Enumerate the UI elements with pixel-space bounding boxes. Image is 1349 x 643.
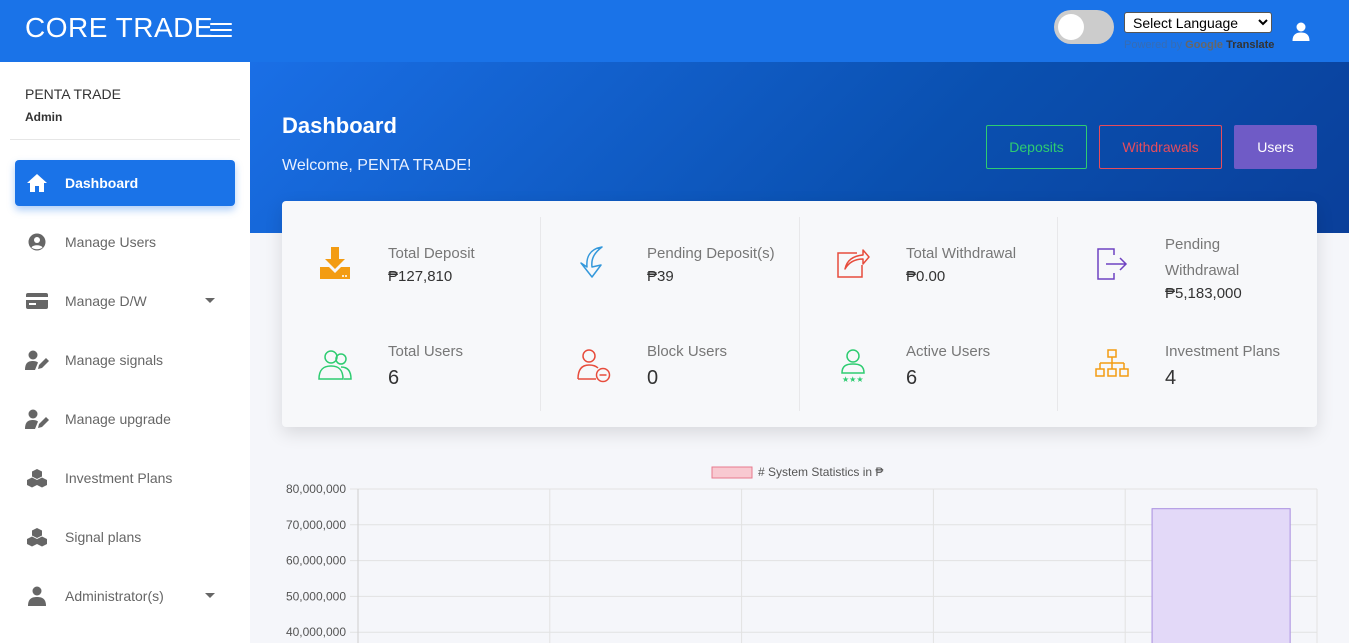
user-circle-icon	[25, 230, 49, 254]
withdrawals-button[interactable]: Withdrawals	[1099, 125, 1222, 169]
powered-by-text: Powered by	[1124, 39, 1183, 51]
column-divider	[799, 217, 800, 411]
home-icon	[25, 171, 49, 195]
y-tick-label: 60,000,000	[286, 554, 346, 568]
stat-label: Active Users	[906, 343, 991, 360]
stat-value: 6	[906, 367, 918, 389]
stat-value: ₱39	[647, 268, 674, 285]
stat-label: Pending	[1165, 236, 1221, 253]
sitemap-icon	[1095, 349, 1129, 377]
stat-label: Block Users	[647, 343, 728, 360]
stat-value: ₱5,183,000	[1165, 285, 1242, 302]
exit-icon	[1097, 248, 1128, 280]
page-title: Dashboard	[282, 113, 397, 138]
brand-logo[interactable]: CORE TRADE	[25, 12, 213, 44]
credit-card-icon	[25, 289, 49, 313]
chart-legend[interactable]: # System Statistics in ₱	[711, 465, 883, 479]
stat-label: Total Users	[388, 343, 464, 360]
sidebar-item-investment-plans[interactable]: Investment Plans	[15, 455, 235, 501]
stat-label: Total Deposit	[388, 245, 475, 262]
menu-toggle-icon[interactable]	[210, 19, 232, 39]
stat-label: Pending Deposit(s)	[647, 245, 775, 262]
svg-text:★★★: ★★★	[842, 375, 864, 383]
column-divider	[540, 217, 541, 411]
sidebar-item-manage-dw[interactable]: Manage D/W	[15, 278, 235, 324]
stat-value: ₱127,810	[388, 268, 453, 285]
user-star-icon: ★★★	[841, 349, 865, 383]
y-tick-label: 70,000,000	[286, 518, 346, 532]
legend-label: # System Statistics in ₱	[758, 465, 883, 479]
y-tick-label: 50,000,000	[286, 589, 346, 603]
download-tray-icon	[320, 247, 350, 279]
sidebar-user-name: PENTA TRADE	[25, 86, 121, 102]
column-divider	[1057, 217, 1058, 411]
theme-toggle-switch[interactable]	[1054, 10, 1114, 44]
curved-arrow-down-icon	[580, 246, 603, 278]
google-translate-credit: Powered by Google Translate	[1124, 39, 1274, 51]
sidebar-item-manage-users[interactable]: Manage Users	[15, 219, 235, 265]
sidebar-item-administrators[interactable]: Administrator(s)	[15, 573, 235, 619]
stat-value: ₱0.00	[906, 268, 946, 285]
sidebar-item-label: Investment Plans	[65, 470, 173, 486]
y-tick-label: 40,000,000	[286, 625, 346, 639]
translate-text[interactable]: Translate	[1226, 39, 1274, 51]
stats-card: Total Deposit ₱127,810 Pending Deposit(s…	[282, 201, 1317, 427]
users-button[interactable]: Users	[1234, 125, 1317, 169]
language-select[interactable]: Select Language	[1124, 12, 1272, 33]
sidebar-item-dashboard[interactable]: Dashboard	[15, 160, 235, 206]
sidebar-item-label: Manage Users	[65, 234, 157, 250]
sidebar-item-manage-upgrade[interactable]: Manage upgrade	[15, 396, 235, 442]
chevron-down-icon	[205, 593, 215, 598]
sidebar-item-label: Manage signals	[65, 352, 164, 368]
welcome-message: Welcome, PENTA TRADE!	[282, 157, 472, 174]
sidebar-divider	[10, 139, 240, 140]
sidebar-item-label: Administrator(s)	[65, 588, 164, 604]
chart-y-axis: 80,000,000 70,000,000 60,000,000 50,000,000…	[286, 482, 346, 639]
sidebar-item-label: Signal plans	[65, 529, 142, 545]
sidebar-item-signal-plans[interactable]: Signal plans	[15, 514, 235, 560]
stat-value: 4	[1165, 367, 1177, 389]
chevron-down-icon	[205, 298, 215, 303]
sidebar-item-label: Manage upgrade	[65, 411, 171, 427]
toggle-knob	[1058, 14, 1084, 40]
user-blocked-icon	[577, 349, 611, 383]
chart-bars	[1151, 508, 1291, 643]
cubes-icon	[25, 466, 49, 490]
stat-value: 6	[388, 367, 400, 389]
user-profile-icon[interactable]	[1291, 21, 1311, 41]
legend-swatch	[711, 466, 753, 479]
system-statistics-chart: # System Statistics in ₱ 80,000,000 70,00…	[286, 465, 1318, 643]
sidebar-user-role: Admin	[25, 110, 63, 124]
sidebar-item-manage-signals[interactable]: Manage signals	[15, 337, 235, 383]
google-text: Google	[1185, 39, 1224, 51]
cubes-icon	[25, 525, 49, 549]
deposits-button[interactable]: Deposits	[986, 125, 1087, 169]
stat-label: Investment Plans	[1165, 343, 1281, 360]
user-icon	[25, 584, 49, 608]
user-edit-icon	[25, 407, 49, 431]
stat-label: Withdrawal	[1165, 262, 1240, 279]
top-navbar: CORE TRADE Select Language Powered by Go…	[0, 0, 1349, 62]
y-tick-label: 80,000,000	[286, 482, 346, 496]
sidebar-item-label: Dashboard	[65, 175, 139, 191]
share-out-icon	[837, 249, 870, 278]
sidebar: PENTA TRADE Admin Dashboard Manage Users…	[0, 62, 250, 643]
users-group-icon	[318, 350, 352, 380]
user-edit-icon	[25, 348, 49, 372]
sidebar-item-label: Manage D/W	[65, 293, 147, 309]
stat-value: 0	[647, 367, 659, 389]
stat-label: Total Withdrawal	[906, 245, 1017, 262]
chart-bar[interactable]	[1151, 508, 1291, 643]
